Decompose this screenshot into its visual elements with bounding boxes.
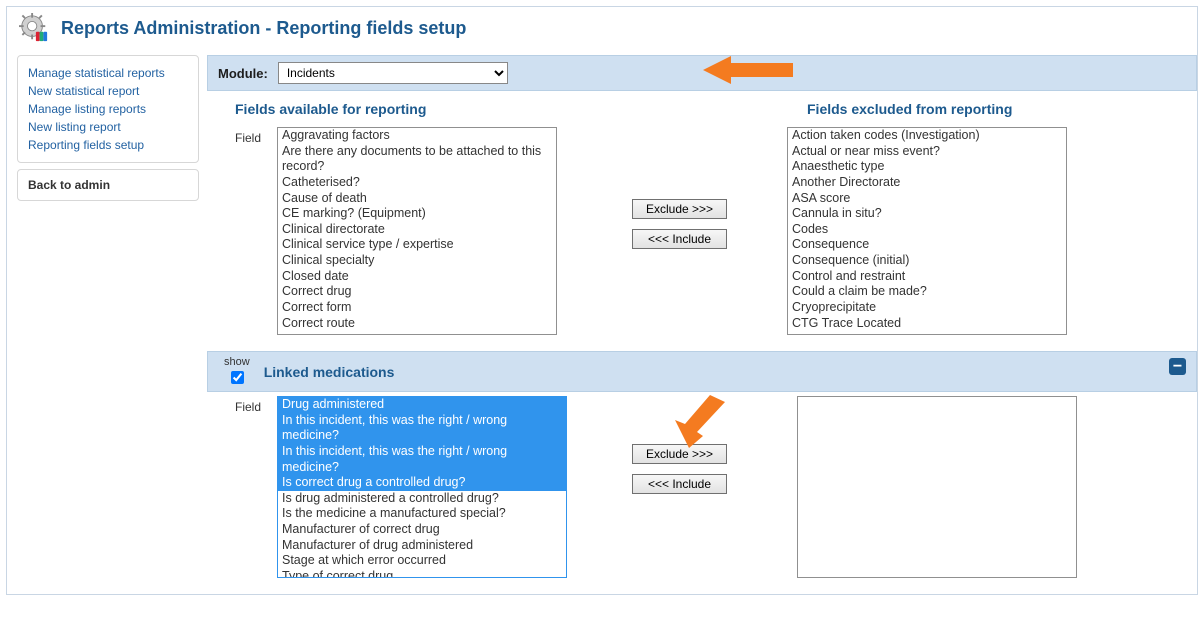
excluded-title: Fields excluded from reporting: [807, 91, 1197, 123]
page-title: Reports Administration - Reporting field…: [61, 18, 466, 39]
exclude-button-1[interactable]: Exclude >>>: [632, 199, 727, 219]
list-item[interactable]: Anaesthetic type: [788, 159, 1066, 175]
list-item[interactable]: Is correct drug a controlled drug?: [278, 475, 566, 491]
list-item[interactable]: Clinical service type / expertise: [278, 237, 556, 253]
list-item[interactable]: Could a claim be made?: [788, 284, 1066, 300]
list-item[interactable]: Correct drug: [278, 284, 556, 300]
linked-title: Linked medications: [264, 364, 395, 380]
linked-excluded-listbox[interactable]: [797, 396, 1077, 578]
show-label: show: [224, 356, 250, 368]
sidebar-item-manage-statistical[interactable]: Manage statistical reports: [28, 64, 188, 82]
list-item[interactable]: Is drug administered a controlled drug?: [278, 491, 566, 507]
list-item[interactable]: Clinical specialty: [278, 253, 556, 269]
sidebar-item-reporting-fields[interactable]: Reporting fields setup: [28, 136, 188, 154]
list-item[interactable]: Control and restraint: [788, 269, 1066, 285]
linked-listbox[interactable]: Drug administeredIn this incident, this …: [277, 396, 567, 578]
list-item[interactable]: Stage at which error occurred: [278, 553, 566, 569]
list-item[interactable]: ASA score: [788, 191, 1066, 207]
linked-header: show Linked medications −: [207, 351, 1197, 392]
list-item[interactable]: Manufacturer of correct drug: [278, 522, 566, 538]
sidebar-item-manage-listing[interactable]: Manage listing reports: [28, 100, 188, 118]
gear-icon: [19, 13, 49, 43]
excluded-listbox[interactable]: Action taken codes (Investigation)Actual…: [787, 127, 1067, 335]
show-checkbox[interactable]: [231, 371, 244, 384]
annotation-arrow-module: [703, 54, 793, 86]
list-item[interactable]: CE marking? (Equipment): [278, 206, 556, 222]
list-item[interactable]: Action taken codes (Investigation): [788, 128, 1066, 144]
list-item[interactable]: Closed date: [278, 269, 556, 285]
module-bar: Module: Incidents: [207, 55, 1197, 91]
list-item[interactable]: Cannula in situ?: [788, 206, 1066, 222]
list-item[interactable]: Correct route: [278, 316, 556, 332]
list-item[interactable]: Codes: [788, 222, 1066, 238]
list-item[interactable]: Consequence (initial): [788, 253, 1066, 269]
back-to-admin-link[interactable]: Back to admin: [17, 169, 199, 201]
list-item[interactable]: CTG Trace Located: [788, 316, 1066, 332]
list-item[interactable]: In this incident, this was the right / w…: [278, 444, 566, 475]
list-item[interactable]: Drug administered: [278, 397, 566, 413]
list-item[interactable]: Aggravating factors: [278, 128, 556, 144]
list-item[interactable]: Actual or near miss event?: [788, 144, 1066, 160]
list-item[interactable]: Are there any documents to be attached t…: [278, 144, 556, 175]
sidebar-item-new-statistical[interactable]: New statistical report: [28, 82, 188, 100]
list-item[interactable]: Clinical directorate: [278, 222, 556, 238]
sidebar-item-new-listing[interactable]: New listing report: [28, 118, 188, 136]
list-item[interactable]: Correct form: [278, 300, 556, 316]
list-item[interactable]: In this incident, this was the right / w…: [278, 413, 566, 444]
list-item[interactable]: Cryoprecipitate: [788, 300, 1066, 316]
list-item[interactable]: Manufacturer of drug administered: [278, 538, 566, 554]
list-item[interactable]: Is the medicine a manufactured special?: [278, 506, 566, 522]
include-button-1[interactable]: <<< Include: [632, 229, 727, 249]
list-item[interactable]: Consequence: [788, 237, 1066, 253]
list-item[interactable]: Catheterised?: [278, 175, 556, 191]
field-label-linked: Field: [217, 396, 277, 414]
available-listbox[interactable]: Aggravating factorsAre there any documen…: [277, 127, 557, 335]
include-button-2[interactable]: <<< Include: [632, 474, 727, 494]
available-title: Fields available for reporting: [207, 91, 807, 123]
sidebar: Manage statistical reports New statistic…: [7, 55, 207, 209]
exclude-button-2[interactable]: Exclude >>>: [632, 444, 727, 464]
collapse-button[interactable]: −: [1169, 358, 1186, 375]
module-label: Module:: [218, 66, 268, 81]
annotation-arrow-exclude: [675, 392, 735, 448]
list-item[interactable]: Cause of death: [278, 191, 556, 207]
list-item[interactable]: Another Directorate: [788, 175, 1066, 191]
module-select[interactable]: Incidents: [278, 62, 508, 84]
list-item[interactable]: Type of correct drug: [278, 569, 566, 578]
field-label-available: Field: [217, 127, 277, 145]
